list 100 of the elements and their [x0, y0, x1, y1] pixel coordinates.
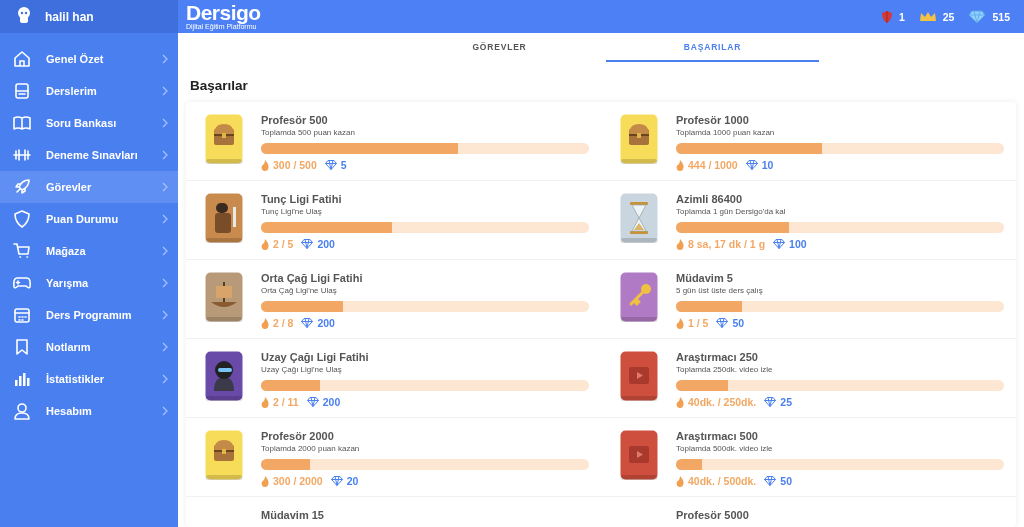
shield-icon	[12, 209, 32, 229]
flame-icon	[676, 317, 684, 329]
achievement-title: Müdavim 15	[261, 509, 325, 522]
achievement-title: Araştırmacı 500	[676, 430, 759, 443]
chest-icon	[205, 114, 243, 164]
achievement-title: Profesör 5000	[676, 509, 750, 522]
achievement-title: Tunç Ligi Fatihi	[261, 193, 343, 206]
reward-count: 200	[322, 396, 341, 408]
diamond-icon	[716, 318, 729, 328]
flame-icon	[676, 159, 684, 171]
stat-count: 25	[942, 10, 955, 23]
progress-text: 300 / 500	[273, 159, 317, 171]
chevron-icon	[162, 278, 168, 288]
flame-icon	[676, 475, 684, 487]
diamond-icon	[330, 476, 343, 486]
diamond-icon	[301, 239, 314, 249]
reward-count: 100	[789, 238, 807, 250]
film-icon	[620, 430, 658, 480]
reward-count: 50	[732, 317, 745, 329]
achievement-description: Tunç Ligi'ne Ulaş	[261, 207, 323, 217]
reward-count: 25	[780, 396, 792, 408]
avatar-icon	[15, 5, 33, 24]
progress-text: 2 / 5	[273, 238, 294, 250]
reward-count: 5	[340, 159, 347, 171]
flame-icon	[261, 475, 269, 487]
diamond-icon	[764, 397, 777, 407]
ship-icon	[205, 272, 243, 322]
achievement-title: Profesör 1000	[676, 114, 750, 127]
sidebar-item[interactable]: Notlarım	[0, 331, 178, 363]
tab[interactable]: BAŞARILAR	[606, 33, 819, 62]
progress-text: 8 sa, 17 dk / 1 g	[688, 238, 766, 250]
achievement-description: 5 gün üst üste ders çalış	[676, 286, 764, 296]
user-icon	[12, 401, 32, 421]
achievement-description: Toplamda 500dk. video izle	[676, 444, 774, 454]
figure-with-visor-icon	[205, 351, 243, 401]
home-icon	[12, 49, 32, 69]
achievement-title: Müdavim 5	[676, 272, 734, 285]
chevron-icon	[162, 182, 168, 192]
warrior-figure-icon	[205, 193, 243, 243]
chevron-icon	[162, 86, 168, 96]
achievement-description: Orta Çağ Ligi'ne Ulaş	[261, 286, 338, 296]
diamond-icon	[301, 318, 314, 328]
shield-icon	[880, 9, 893, 24]
hourglass-icon	[620, 193, 658, 243]
achievement-description: Uzay Çağı Ligi'ne Ulaş	[261, 365, 343, 375]
chest-icon	[620, 114, 658, 164]
chevron-icon	[162, 310, 168, 320]
flame-icon	[261, 159, 269, 171]
reward-count: 20	[346, 475, 359, 487]
chevron-icon	[162, 406, 168, 416]
diamond-icon	[773, 239, 786, 249]
sidebar-item[interactable]: Görevler	[0, 171, 178, 203]
achievement-title: Profesör 500	[261, 114, 329, 127]
achievement-title: Araştırmacı 250	[676, 351, 759, 364]
flame-icon	[261, 317, 269, 329]
reward-count: 200	[317, 317, 335, 329]
sidebar-item[interactable]: Deneme Sınavları	[0, 139, 178, 171]
sidebar-item[interactable]: Genel Özet	[0, 43, 178, 75]
sidebar-item[interactable]: Ders Programım	[0, 299, 178, 331]
progress-text: 2 / 11	[273, 396, 299, 408]
page-heading: Başarılar	[190, 78, 249, 95]
chest-icon	[205, 430, 243, 480]
tab[interactable]: GÖREVLER	[393, 33, 606, 62]
sidebar-item[interactable]: Hesabım	[0, 395, 178, 427]
key-icon	[620, 272, 658, 322]
sidebar-item[interactable]: Puan Durumu	[0, 203, 178, 235]
reward-count: 50	[780, 475, 792, 487]
achievement-description: Toplamda 1 gün Dersigo'da kal	[676, 207, 787, 217]
chevron-icon	[162, 54, 168, 64]
reward-count: 10	[761, 159, 774, 171]
diamond-icon	[324, 160, 337, 170]
achievement-title: Azimli 86400	[676, 193, 744, 206]
diamond-icon	[306, 397, 319, 407]
achievement-title: Profesör 2000	[261, 430, 335, 443]
sidebar-item[interactable]: Yarışma	[0, 267, 178, 299]
stat-count: 1	[898, 10, 905, 23]
achievement-title: Orta Çağ Ligi Fatihi	[261, 272, 364, 285]
cart-icon	[12, 241, 32, 261]
chevron-icon	[162, 150, 168, 160]
sidebar-item[interactable]: Soru Bankası	[0, 107, 178, 139]
chevron-icon	[162, 214, 168, 224]
achievement-description: Toplamda 1000 puan kazan	[676, 128, 776, 138]
sidebar-item[interactable]: İstatistikler	[0, 363, 178, 395]
stat-count: 515	[992, 10, 1010, 23]
book-icon	[12, 113, 32, 133]
sidebar-item[interactable]: Derslerim	[0, 75, 178, 107]
calendar-icon	[12, 305, 32, 325]
achievement-title: Uzay Çağı Ligi Fatihi	[261, 351, 370, 364]
film-icon	[620, 351, 658, 401]
progress-text: 444 / 1000	[688, 159, 738, 171]
progress-text: 40dk. / 500dk.	[688, 475, 757, 487]
flame-icon	[261, 396, 269, 408]
sidebar-item[interactable]: Mağaza	[0, 235, 178, 267]
rocket-icon	[12, 177, 32, 197]
reward-count: 200	[317, 238, 335, 250]
progress-text: 300 / 2000	[273, 475, 323, 487]
diamond-icon	[764, 476, 777, 486]
progress-text: 1 / 5	[688, 317, 709, 329]
achievement-description: Toplamda 250dk. video izle	[676, 365, 774, 375]
logo-text[interactable]: Dersigo	[186, 2, 261, 23]
